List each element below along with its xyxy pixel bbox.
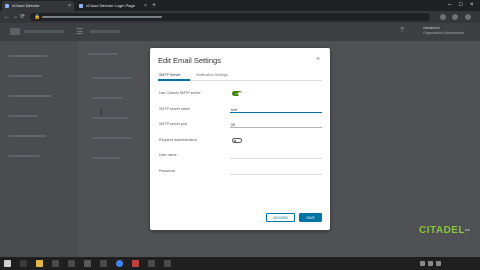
chrome-icon[interactable] — [116, 260, 123, 267]
sidebar-item[interactable] — [8, 95, 52, 97]
mouse-cursor — [101, 109, 102, 115]
address-bar[interactable]: 🔒 — [30, 13, 430, 21]
section-label — [92, 97, 122, 99]
taskbar-app-icon[interactable] — [148, 260, 155, 267]
product-name — [24, 30, 64, 33]
app-header: ☰ ? citadadmin Organization Administrato… — [0, 23, 480, 41]
lock-icon: 🔒 — [34, 14, 41, 20]
sidebar — [0, 41, 78, 257]
toggle-knob — [233, 139, 236, 142]
maximize-icon[interactable]: □ — [459, 1, 463, 10]
password-label: Password — [159, 169, 175, 173]
browser-toolbar: ← → ⟳ 🔒 — [0, 11, 480, 23]
save-button[interactable]: SAVE — [299, 213, 322, 222]
vcloud-favicon-icon — [79, 4, 83, 8]
app-nav — [90, 30, 120, 33]
section-label — [92, 117, 128, 119]
sidebar-item[interactable] — [8, 75, 42, 77]
watermark-logo: CITADELNZ — [419, 225, 470, 236]
hamburger-menu-icon[interactable]: ☰ — [76, 27, 83, 36]
taskbar-app-icon[interactable] — [52, 260, 59, 267]
extension-icon[interactable] — [452, 14, 458, 20]
forward-arrow-icon[interactable]: → — [12, 13, 18, 21]
extension-icon[interactable] — [440, 14, 446, 20]
requires-authentication-label: Requires authentication — [159, 138, 197, 142]
toggle-knob — [237, 91, 242, 96]
section-label — [92, 157, 120, 159]
minimize-icon[interactable]: – — [448, 1, 451, 10]
vcloud-favicon-icon — [5, 4, 9, 8]
page-heading — [88, 53, 118, 55]
browser-tab-bar: vCloud Director × vCloud Director Login … — [0, 0, 480, 11]
close-icon[interactable]: × — [316, 55, 320, 64]
close-window-icon[interactable]: × — [470, 1, 474, 10]
tab-vcloud-director[interactable]: vCloud Director × — [2, 1, 74, 11]
profile-avatar-icon[interactable] — [465, 14, 471, 20]
start-icon[interactable] — [4, 260, 11, 267]
section-label — [92, 77, 132, 79]
sidebar-item[interactable] — [8, 135, 46, 137]
sidebar-item[interactable] — [8, 55, 48, 57]
new-tab-button[interactable]: + — [152, 1, 156, 10]
use-custom-smtp-toggle[interactable]: ✓ — [232, 91, 242, 96]
user-name-input[interactable] — [230, 153, 322, 159]
section-label — [92, 137, 132, 139]
notification-icon[interactable] — [436, 261, 441, 266]
help-icon[interactable]: ? — [400, 27, 404, 34]
password-input[interactable] — [230, 169, 322, 175]
active-tab-indicator — [158, 79, 190, 81]
volume-icon[interactable] — [428, 261, 433, 266]
reload-icon[interactable]: ⟳ — [20, 13, 25, 21]
tab-vcloud-login[interactable]: vCloud Director Login Page × — [76, 1, 150, 11]
tab-label: vCloud Director Login Page — [86, 3, 135, 8]
sidebar-item[interactable] — [8, 115, 38, 117]
watermark-text: CITADEL — [419, 225, 466, 236]
smtp-server-name-label: SMTP server name — [159, 107, 190, 111]
folder-icon[interactable] — [36, 260, 43, 267]
sidebar-item[interactable] — [8, 155, 40, 157]
edit-email-settings-dialog: Edit Email Settings × SMTP Server Notifi… — [150, 48, 330, 230]
close-tab-icon[interactable]: × — [68, 1, 71, 11]
taskbar-app-icon[interactable] — [84, 260, 91, 267]
requires-authentication-toggle[interactable] — [232, 138, 242, 143]
os-taskbar — [0, 257, 480, 270]
tab-smtp-server[interactable]: SMTP Server — [159, 73, 181, 78]
smtp-server-name-input[interactable] — [230, 107, 322, 113]
taskbar-app-icon[interactable] — [100, 260, 107, 267]
taskbar-app-icon[interactable] — [68, 260, 75, 267]
tab-label: vCloud Director — [12, 3, 40, 8]
smtp-server-port-label: SMTP server port — [159, 122, 188, 126]
user-name[interactable]: citadadmin — [423, 26, 440, 30]
vmware-logo-icon — [10, 28, 20, 35]
watermark-sup: NZ — [465, 228, 471, 232]
user-name-label: User name — [159, 153, 177, 157]
dialog-title: Edit Email Settings — [158, 56, 221, 65]
taskbar-app-icon[interactable] — [20, 260, 27, 267]
user-role: Organization Administrator — [423, 31, 465, 35]
back-arrow-icon[interactable]: ← — [4, 13, 10, 21]
close-tab-icon[interactable]: × — [144, 1, 147, 11]
tab-notification-settings[interactable]: Notification Settings — [196, 73, 228, 78]
taskbar-app-icon[interactable] — [132, 260, 139, 267]
use-custom-smtp-label: Use Custom SMTP server — [159, 91, 201, 95]
network-icon[interactable] — [420, 261, 425, 266]
url-text — [42, 16, 162, 18]
smtp-server-port-input[interactable] — [230, 122, 322, 128]
discard-button[interactable]: DISCARD — [266, 213, 295, 222]
taskbar-app-icon[interactable] — [164, 260, 171, 267]
